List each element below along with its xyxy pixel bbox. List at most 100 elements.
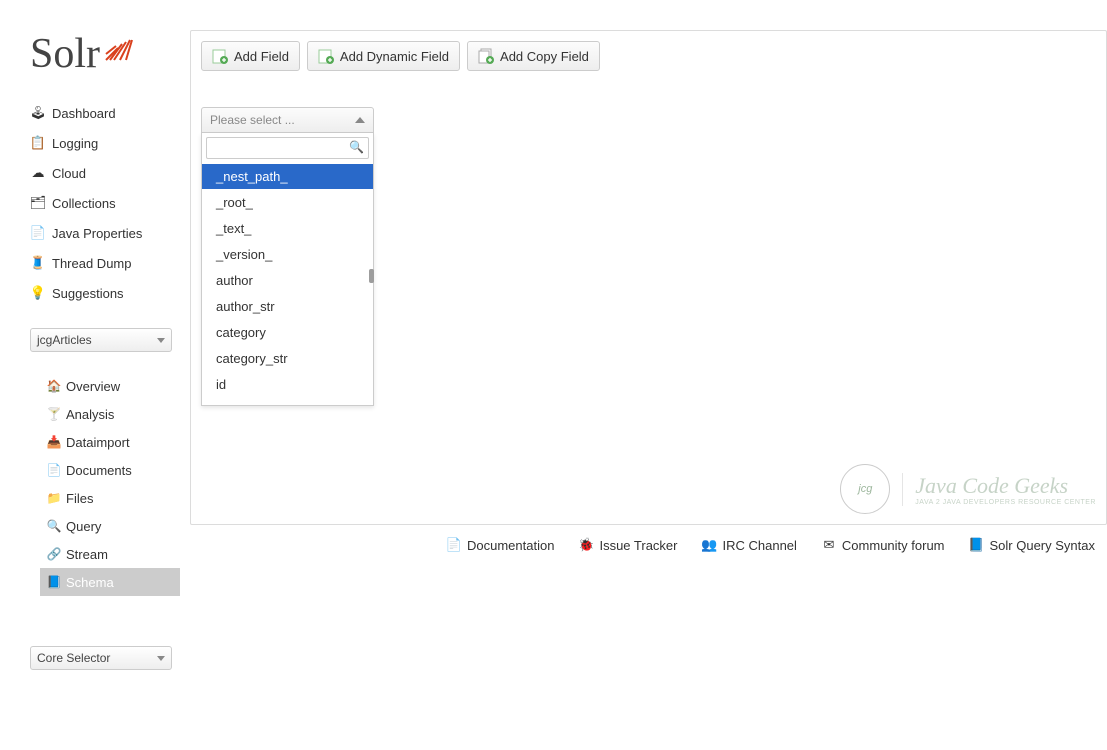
app-name: Solr (30, 31, 100, 77)
field-option-list[interactable]: _nest_path__root__text__version_authorau… (202, 163, 373, 405)
chevron-down-icon (157, 656, 165, 661)
subnav-label: Analysis (66, 407, 114, 422)
footer-label: IRC Channel (722, 538, 796, 553)
subnav-label: Stream (66, 547, 108, 562)
content-box: Add Field Add Dynamic Field Add Copy Fie… (190, 30, 1107, 525)
field-option[interactable]: author_str (202, 293, 373, 319)
footer-label: Issue Tracker (599, 538, 677, 553)
subnav-item-stream[interactable]: 🔗 Stream (46, 540, 180, 568)
nav-label: Thread Dump (52, 256, 131, 271)
main-nav: 🕹 Dashboard 📋 Logging ☁Cloud 🗂 Collections 📄Jav… (0, 98, 180, 328)
logo: Solr (0, 0, 180, 98)
watermark: jcg Java Code Geeks JAVA 2 JAVA DEVELOPE… (840, 464, 1096, 514)
field-option[interactable]: id (202, 371, 373, 397)
field-dropdown-placeholder: Please select ... (210, 113, 295, 127)
solr-sun-icon (104, 30, 136, 65)
watermark-subtitle: JAVA 2 JAVA DEVELOPERS RESOURCE CENTER (915, 499, 1096, 506)
nav-item-collections[interactable]: 🗂 Collections (30, 188, 180, 218)
field-option[interactable]: category (202, 319, 373, 345)
footer-link-community-forum[interactable]: ✉ Community forum (821, 537, 945, 553)
nav-label: Java Properties (52, 226, 142, 241)
jcg-badge-icon: jcg (840, 464, 890, 514)
subnav-icon: 📁 (46, 490, 62, 506)
footer-label: Documentation (467, 538, 554, 553)
subnav-icon: 📘 (46, 574, 62, 590)
nav-item-thread-dump[interactable]: 🧵 Thread Dump (30, 248, 180, 278)
subnav-icon: 📥 (46, 434, 62, 450)
nav-label: Suggestions (52, 286, 124, 301)
subnav-item-overview[interactable]: 🏠 Overview (46, 372, 180, 400)
footer-link-documentation[interactable]: 📄Documentation (446, 537, 554, 553)
nav-item-suggestions[interactable]: 💡 Suggestions (30, 278, 180, 308)
footer-label: Solr Query Syntax (990, 538, 1096, 553)
subnav-item-documents[interactable]: 📄 Documents (46, 456, 180, 484)
subnav-label: Documents (66, 463, 132, 478)
field-option[interactable]: author (202, 267, 373, 293)
nav-label: Logging (52, 136, 98, 151)
add-copy-field-icon (478, 48, 494, 64)
subnav-label: Schema (66, 575, 114, 590)
chevron-up-icon (355, 117, 365, 123)
subnav-icon: 📄 (46, 462, 62, 478)
subnav-label: Overview (66, 379, 120, 394)
add-copy-field-label: Add Copy Field (500, 49, 589, 64)
footer-link-irc-channel[interactable]: 👥 IRC Channel (701, 537, 796, 553)
nav-item-dashboard[interactable]: 🕹 Dashboard (30, 98, 180, 128)
subnav-icon: 🔗 (46, 546, 62, 562)
field-option[interactable]: _text_ (202, 215, 373, 241)
watermark-title: Java Code Geeks (915, 473, 1096, 499)
core-selector-secondary[interactable]: Core Selector (30, 646, 172, 670)
footer-icon: ✉ (821, 537, 837, 553)
nav-icon: ☁ (30, 165, 46, 181)
field-dropdown-toggle[interactable]: Please select ... (201, 107, 374, 133)
field-search-input[interactable] (206, 137, 369, 159)
field-option[interactable]: _version_ (202, 241, 373, 267)
field-option[interactable]: published (202, 397, 373, 405)
nav-icon: 🕹 (30, 105, 46, 121)
nav-label: Dashboard (52, 106, 116, 121)
footer-icon: 📘 (969, 537, 985, 553)
footer-links: 📄Documentation 🐞 Issue Tracker 👥 IRC Channel… (190, 537, 1107, 565)
add-dynamic-field-label: Add Dynamic Field (340, 49, 449, 64)
subnav-item-schema[interactable]: 📘 Schema (40, 568, 180, 596)
subnav-item-analysis[interactable]: 🍸 Analysis (46, 400, 180, 428)
footer-link-solr-query-syntax[interactable]: 📘 Solr Query Syntax (969, 537, 1096, 553)
field-option[interactable]: category_str (202, 345, 373, 371)
nav-item-logging[interactable]: 📋 Logging (30, 128, 180, 158)
core-selector-dropdown[interactable]: jcgArticles (30, 328, 172, 352)
field-option[interactable]: _nest_path_ (202, 163, 373, 189)
add-field-button[interactable]: Add Field (201, 41, 300, 71)
chevron-down-icon (157, 338, 165, 343)
add-field-icon (212, 48, 228, 64)
footer-icon: 🐞 (578, 537, 594, 553)
subnav-item-query[interactable]: 🔍 Query (46, 512, 180, 540)
subnav-icon: 🔍 (46, 518, 62, 534)
add-field-label: Add Field (234, 49, 289, 64)
nav-icon: 💡 (30, 285, 46, 301)
nav-icon: 📋 (30, 135, 46, 151)
search-icon: 🔍 (349, 140, 364, 154)
add-dynamic-field-icon (318, 48, 334, 64)
subnav-item-files[interactable]: 📁 Files (46, 484, 180, 512)
core-subnav: 🏠 Overview 🍸 Analysis 📥 Dataimport 📄 Documents 📁… (0, 366, 180, 616)
subnav-label: Files (66, 491, 93, 506)
nav-item-java-properties[interactable]: 📄Java Properties (30, 218, 180, 248)
field-dropdown-panel: 🔍 _nest_path__root__text__version_author… (201, 133, 374, 406)
schema-toolbar: Add Field Add Dynamic Field Add Copy Fie… (201, 41, 1096, 71)
add-copy-field-button[interactable]: Add Copy Field (467, 41, 600, 71)
nav-icon: 🧵 (30, 255, 46, 271)
subnav-label: Query (66, 519, 101, 534)
footer-label: Community forum (842, 538, 945, 553)
subnav-item-dataimport[interactable]: 📥 Dataimport (46, 428, 180, 456)
nav-icon: 🗂 (30, 195, 46, 211)
scrollbar-thumb[interactable] (369, 269, 374, 283)
nav-item-cloud[interactable]: ☁Cloud (30, 158, 180, 188)
footer-link-issue-tracker[interactable]: 🐞 Issue Tracker (578, 537, 677, 553)
subnav-icon: 🏠 (46, 378, 62, 394)
nav-label: Collections (52, 196, 116, 211)
subnav-icon: 🍸 (46, 406, 62, 422)
field-option[interactable]: _root_ (202, 189, 373, 215)
footer-icon: 👥 (701, 537, 717, 553)
add-dynamic-field-button[interactable]: Add Dynamic Field (307, 41, 460, 71)
subnav-label: Dataimport (66, 435, 130, 450)
